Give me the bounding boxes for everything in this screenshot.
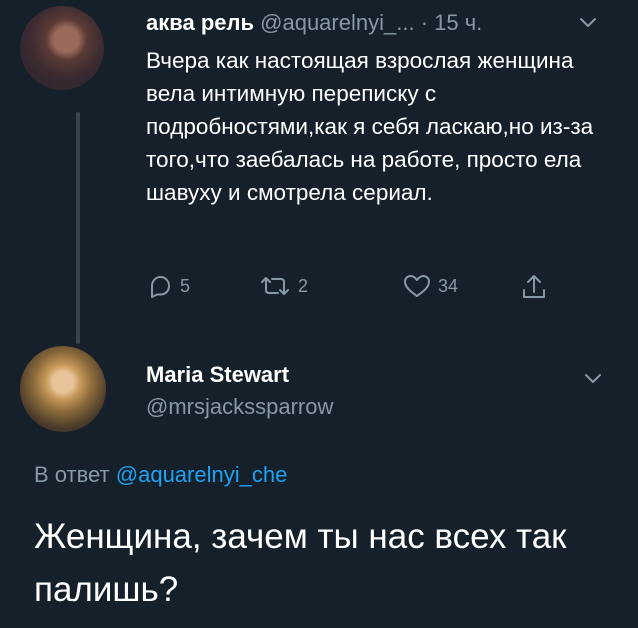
like-count: 34 <box>438 275 459 296</box>
thread-connector-line <box>76 112 80 344</box>
like-icon <box>404 275 430 297</box>
retweet-count: 2 <box>298 275 309 296</box>
reply-icon <box>151 276 170 298</box>
avatar-aqua-rel[interactable] <box>20 6 104 90</box>
replying-prefix: В ответ <box>34 462 110 487</box>
tweet2-header: Maria Stewart @mrsjackssparrow <box>146 362 333 420</box>
tweet1-header: аква рель @aquarelnyi_... · 15 ч. <box>146 10 482 36</box>
tweet1-separator: · <box>420 10 429 35</box>
tweet1-text: Вчера как настоящая взрослая женщина вел… <box>146 48 594 205</box>
chevron-down-icon[interactable] <box>578 16 598 30</box>
retweet-button[interactable]: 2 <box>258 272 308 300</box>
tweet1-handle[interactable]: @aquarelnyi_... <box>260 10 414 35</box>
tweet2-author-name[interactable]: Maria Stewart <box>146 362 333 388</box>
reply-count: 5 <box>180 275 191 296</box>
share-icon <box>523 275 545 298</box>
share-button[interactable] <box>520 272 548 302</box>
reply-button[interactable]: 5 <box>146 272 190 300</box>
tweet1-timestamp[interactable]: 15 ч. <box>434 10 482 35</box>
replying-to-mention-link[interactable]: @aquarelnyi_che <box>116 462 288 487</box>
tweet2-handle[interactable]: @mrsjackssparrow <box>146 394 333 420</box>
tweet2-text: Женщина, зачем ты нас всех так палишь? <box>34 517 567 609</box>
replying-to-line: В ответ @aquarelnyi_che <box>34 462 287 488</box>
tweet1-action-bar: 5 2 34 <box>146 272 576 304</box>
chevron-down-icon[interactable] <box>583 372 603 386</box>
tweet1-author-name[interactable]: аква рель <box>146 10 254 35</box>
retweet-icon <box>261 277 289 295</box>
like-button[interactable]: 34 <box>402 272 458 300</box>
avatar-maria-stewart[interactable] <box>20 346 106 432</box>
